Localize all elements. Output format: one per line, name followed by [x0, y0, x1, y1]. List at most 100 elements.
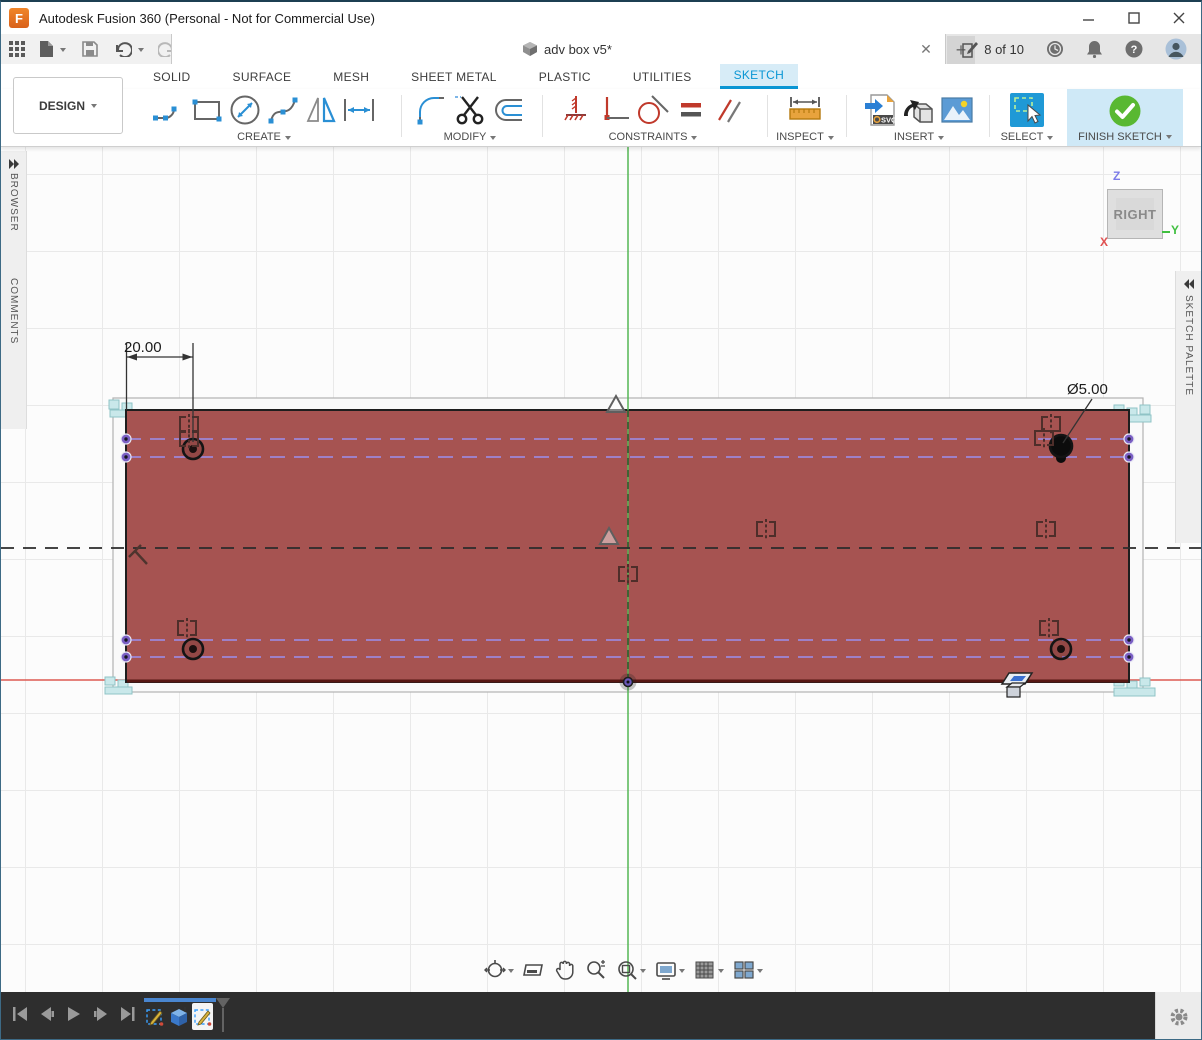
- insert-mesh-button[interactable]: [900, 92, 938, 128]
- dimension-width-value[interactable]: 20.00: [124, 339, 162, 356]
- minimize-icon: [1083, 12, 1095, 24]
- timeline-marker-icon: [216, 998, 230, 1008]
- model-canvas[interactable]: BROWSER COMMENTS SKETCH PALETTE Z RIGHT …: [1, 147, 1201, 992]
- job-status-button[interactable]: [1046, 40, 1064, 58]
- svg-text:SVG: SVG: [881, 116, 897, 125]
- hole-bottom-left[interactable]: [183, 639, 203, 659]
- group-constraints: CONSTRAINTS: [546, 91, 760, 143]
- fillet-tool-button[interactable]: [413, 92, 451, 128]
- go-to-end-icon: [119, 1006, 137, 1022]
- tab-solid[interactable]: SOLID: [139, 64, 205, 89]
- finish-sketch-check-icon: [1107, 93, 1143, 129]
- close-button[interactable]: [1156, 2, 1201, 34]
- grid-caret-icon: [718, 969, 724, 976]
- undo-button[interactable]: [114, 41, 132, 57]
- timeline-group-bar: [144, 998, 216, 1002]
- create-group-label[interactable]: CREATE: [237, 131, 291, 143]
- file-menu-button[interactable]: [39, 40, 54, 58]
- go-to-start-icon: [11, 1006, 29, 1022]
- look-at-icon: [523, 959, 545, 981]
- insert-caret-icon: [938, 136, 944, 143]
- create-caret-icon: [285, 136, 291, 143]
- undo-caret-icon[interactable]: [138, 48, 144, 55]
- sketch-feature-icon: [145, 1006, 164, 1028]
- rectangle-tool-button[interactable]: [188, 92, 226, 128]
- step-forward-icon: [92, 1006, 110, 1022]
- sketch-canvas[interactable]: 20.00 Ø5.00: [1, 147, 1201, 992]
- look-at-button[interactable]: [520, 957, 548, 983]
- group-insert: SVG: [853, 91, 985, 143]
- design-workspace-menu[interactable]: DESIGN: [13, 77, 123, 134]
- fusion360-window: F Autodesk Fusion 360 (Personal - Not fo…: [0, 0, 1202, 1040]
- timeline-bar: [1, 992, 1201, 1040]
- maximize-icon: [1128, 12, 1140, 24]
- document-tab-close-button[interactable]: ✕: [917, 41, 935, 58]
- timeline-step-forward-button[interactable]: [92, 1005, 110, 1023]
- inspect-group-label[interactable]: INSPECT: [776, 131, 834, 143]
- dimension-diameter-value[interactable]: Ø5.00: [1067, 381, 1108, 398]
- document-tab[interactable]: adv box v5* ✕: [171, 34, 946, 64]
- ribbon-toolbar: DESIGN: [1, 89, 1201, 147]
- insert-svg-button[interactable]: SVG: [862, 92, 900, 128]
- tangent-constraint-button[interactable]: [634, 92, 672, 128]
- mirror-tool-button[interactable]: [302, 92, 340, 128]
- fit-button[interactable]: [613, 957, 649, 983]
- help-icon: ?: [1125, 40, 1143, 58]
- tab-mesh[interactable]: MESH: [319, 64, 383, 89]
- select-group-label[interactable]: SELECT: [1001, 131, 1054, 143]
- finish-sketch-button[interactable]: FINISH SKETCH: [1067, 89, 1183, 146]
- sketch-origin-point[interactable]: [620, 674, 637, 691]
- vertical-horizontal-constraint-button[interactable]: [596, 92, 634, 128]
- constraints-group-label[interactable]: CONSTRAINTS: [609, 131, 698, 143]
- offset-tool-button[interactable]: [489, 92, 527, 128]
- file-menu-caret-icon[interactable]: [60, 48, 66, 55]
- grid-snap-button[interactable]: [691, 957, 727, 983]
- measure-tool-icon: [787, 93, 823, 127]
- timeline-item-sketch1[interactable]: [144, 1003, 165, 1030]
- insert-group-label[interactable]: INSERT: [894, 131, 944, 143]
- pan-button[interactable]: [551, 957, 579, 983]
- viewports-button[interactable]: [730, 957, 766, 983]
- spline-tool-button[interactable]: [264, 92, 302, 128]
- fixed-constraint-button[interactable]: [558, 92, 596, 128]
- pan-hand-icon: [554, 959, 576, 981]
- display-settings-button[interactable]: [652, 957, 688, 983]
- circle-tool-button[interactable]: [226, 92, 264, 128]
- orbit-button[interactable]: [481, 957, 517, 983]
- tab-sketch[interactable]: SKETCH: [720, 64, 798, 89]
- hole-bottom-right[interactable]: [1051, 639, 1071, 659]
- tab-surface[interactable]: SURFACE: [219, 64, 306, 89]
- tab-sheet-metal[interactable]: SHEET METAL: [397, 64, 511, 89]
- timeline-item-sketch2-active[interactable]: [192, 1003, 213, 1030]
- minimize-button[interactable]: [1066, 2, 1111, 34]
- dimension-tool-button[interactable]: [340, 92, 378, 128]
- select-tool-button[interactable]: [1008, 92, 1046, 128]
- profile-avatar[interactable]: [1165, 38, 1187, 60]
- help-button[interactable]: ?: [1125, 40, 1143, 58]
- notifications-button[interactable]: [1086, 40, 1103, 58]
- maximize-button[interactable]: [1111, 2, 1156, 34]
- undo-icon: [114, 41, 132, 57]
- modify-group-label[interactable]: MODIFY: [444, 131, 497, 143]
- version-status[interactable]: 8 of 10: [962, 41, 1024, 58]
- measure-tool-button[interactable]: [786, 92, 824, 128]
- save-button[interactable]: [82, 41, 98, 57]
- tab-plastic[interactable]: PLASTIC: [525, 64, 605, 89]
- line-tool-button[interactable]: [150, 92, 188, 128]
- tab-utilities[interactable]: UTILITIES: [619, 64, 706, 89]
- timeline-item-extrude[interactable]: [168, 1003, 189, 1030]
- equal-constraint-button[interactable]: [672, 92, 710, 128]
- trim-tool-button[interactable]: [451, 92, 489, 128]
- zoom-button[interactable]: [582, 957, 610, 983]
- timeline-step-back-button[interactable]: [38, 1005, 56, 1023]
- app-grid-button[interactable]: [9, 41, 25, 57]
- timeline-go-to-end-button[interactable]: [119, 1005, 137, 1023]
- insert-image-button[interactable]: [938, 92, 976, 128]
- parallel-constraint-button[interactable]: [710, 92, 748, 128]
- timeline-go-to-start-button[interactable]: [11, 1005, 29, 1023]
- timeline-settings-panel[interactable]: [1155, 992, 1201, 1040]
- timeline-position-marker[interactable]: [216, 998, 230, 1032]
- insert-svg-icon: SVG: [863, 92, 899, 128]
- timeline-play-button[interactable]: [65, 1005, 83, 1023]
- extrude-feature-icon: [169, 1006, 189, 1028]
